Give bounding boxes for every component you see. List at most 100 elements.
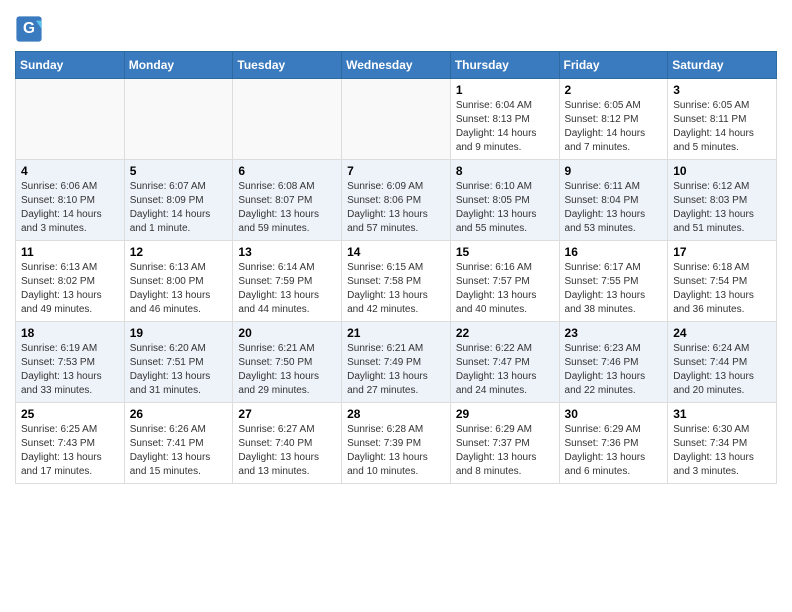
day-info: Sunrise: 6:12 AMSunset: 8:03 PMDaylight:…	[673, 180, 771, 236]
day-number: 1	[456, 83, 554, 97]
header-day: Monday	[124, 52, 233, 79]
calendar-header: SundayMondayTuesdayWednesdayThursdayFrid…	[16, 52, 777, 79]
calendar-cell: 16 Sunrise: 6:17 AMSunset: 7:55 PMDayligh…	[559, 241, 668, 322]
day-info: Sunrise: 6:19 AMSunset: 7:53 PMDaylight:…	[21, 342, 119, 398]
day-number: 24	[673, 326, 771, 340]
day-info: Sunrise: 6:06 AMSunset: 8:10 PMDaylight:…	[21, 180, 119, 236]
calendar-row: 11Sunrise: 6:13 AMSunset: 8:02 PMDayligh…	[16, 241, 777, 322]
calendar-cell: 3 Sunrise: 6:05 AMSunset: 8:11 PMDaylight…	[668, 79, 777, 160]
calendar-cell: 6 Sunrise: 6:08 AMSunset: 8:07 PMDaylight…	[233, 160, 342, 241]
day-info: Sunrise: 6:26 AMSunset: 7:41 PMDaylight:…	[130, 423, 228, 479]
day-number: 12	[130, 245, 228, 259]
calendar-cell: 25 Sunrise: 6:25 AMSunset: 7:43 PMDayligh…	[16, 403, 125, 484]
day-info: Sunrise: 6:13 AMSunset: 8:02 PMDaylight:…	[21, 261, 119, 317]
header-day: Friday	[559, 52, 668, 79]
calendar-cell: 24 Sunrise: 6:24 AMSunset: 7:44 PMDayligh…	[668, 322, 777, 403]
calendar-cell: 28 Sunrise: 6:28 AMSunset: 7:39 PMDayligh…	[342, 403, 451, 484]
day-info: Sunrise: 6:23 AMSunset: 7:46 PMDaylight:…	[565, 342, 663, 398]
calendar-cell: 13 Sunrise: 6:14 AMSunset: 7:59 PMDayligh…	[233, 241, 342, 322]
day-info: Sunrise: 6:07 AMSunset: 8:09 PMDaylight:…	[130, 180, 228, 236]
day-info: Sunrise: 6:24 AMSunset: 7:44 PMDaylight:…	[673, 342, 771, 398]
day-number: 19	[130, 326, 228, 340]
calendar-cell: 18 Sunrise: 6:19 AMSunset: 7:53 PMDayligh…	[16, 322, 125, 403]
day-info: Sunrise: 6:13 AMSunset: 8:00 PMDaylight:…	[130, 261, 228, 317]
day-number: 6	[238, 164, 336, 178]
page-header: G	[15, 10, 777, 43]
calendar-cell: 19 Sunrise: 6:20 AMSunset: 7:51 PMDayligh…	[124, 322, 233, 403]
day-number: 31	[673, 407, 771, 421]
day-info: Sunrise: 6:10 AMSunset: 8:05 PMDaylight:…	[456, 180, 554, 236]
calendar-cell: 26 Sunrise: 6:26 AMSunset: 7:41 PMDayligh…	[124, 403, 233, 484]
day-number: 17	[673, 245, 771, 259]
day-number: 5	[130, 164, 228, 178]
day-info: Sunrise: 6:17 AMSunset: 7:55 PMDaylight:…	[565, 261, 663, 317]
calendar-row: 18 Sunrise: 6:19 AMSunset: 7:53 PMDayligh…	[16, 322, 777, 403]
day-info: Sunrise: 6:11 AMSunset: 8:04 PMDaylight:…	[565, 180, 663, 236]
day-number: 22	[456, 326, 554, 340]
calendar-cell: 12 Sunrise: 6:13 AMSunset: 8:00 PMDayligh…	[124, 241, 233, 322]
day-info: Sunrise: 6:29 AMSunset: 7:36 PMDaylight:…	[565, 423, 663, 479]
day-info: Sunrise: 6:09 AMSunset: 8:06 PMDaylight:…	[347, 180, 445, 236]
calendar-cell: 20 Sunrise: 6:21 AMSunset: 7:50 PMDayligh…	[233, 322, 342, 403]
calendar-row: 25 Sunrise: 6:25 AMSunset: 7:43 PMDayligh…	[16, 403, 777, 484]
day-info: Sunrise: 6:21 AMSunset: 7:50 PMDaylight:…	[238, 342, 336, 398]
day-info: Sunrise: 6:22 AMSunset: 7:47 PMDaylight:…	[456, 342, 554, 398]
header-day: Thursday	[450, 52, 559, 79]
day-info: Sunrise: 6:14 AMSunset: 7:59 PMDaylight:…	[238, 261, 336, 317]
day-info: Sunrise: 6:18 AMSunset: 7:54 PMDaylight:…	[673, 261, 771, 317]
day-number: 16	[565, 245, 663, 259]
day-info: Sunrise: 6:27 AMSunset: 7:40 PMDaylight:…	[238, 423, 336, 479]
header-row: SundayMondayTuesdayWednesdayThursdayFrid…	[16, 52, 777, 79]
day-number: 7	[347, 164, 445, 178]
day-number: 14	[347, 245, 445, 259]
calendar-cell: 7 Sunrise: 6:09 AMSunset: 8:06 PMDaylight…	[342, 160, 451, 241]
day-info: Sunrise: 6:08 AMSunset: 8:07 PMDaylight:…	[238, 180, 336, 236]
day-number: 4	[21, 164, 119, 178]
calendar-cell: 5 Sunrise: 6:07 AMSunset: 8:09 PMDaylight…	[124, 160, 233, 241]
calendar-cell: 14 Sunrise: 6:15 AMSunset: 7:58 PMDayligh…	[342, 241, 451, 322]
header-day: Saturday	[668, 52, 777, 79]
calendar-cell: 10Sunrise: 6:12 AMSunset: 8:03 PMDayligh…	[668, 160, 777, 241]
calendar-cell: 11Sunrise: 6:13 AMSunset: 8:02 PMDayligh…	[16, 241, 125, 322]
calendar-cell	[124, 79, 233, 160]
day-number: 20	[238, 326, 336, 340]
day-number: 21	[347, 326, 445, 340]
calendar-table: SundayMondayTuesdayWednesdayThursdayFrid…	[15, 51, 777, 484]
calendar-cell: 17 Sunrise: 6:18 AMSunset: 7:54 PMDayligh…	[668, 241, 777, 322]
day-info: Sunrise: 6:25 AMSunset: 7:43 PMDaylight:…	[21, 423, 119, 479]
logo: G	[15, 15, 46, 43]
day-number: 18	[21, 326, 119, 340]
day-info: Sunrise: 6:15 AMSunset: 7:58 PMDaylight:…	[347, 261, 445, 317]
header-day: Tuesday	[233, 52, 342, 79]
day-info: Sunrise: 6:05 AMSunset: 8:12 PMDaylight:…	[565, 99, 663, 155]
day-number: 15	[456, 245, 554, 259]
day-number: 26	[130, 407, 228, 421]
day-info: Sunrise: 6:20 AMSunset: 7:51 PMDaylight:…	[130, 342, 228, 398]
svg-text:G: G	[23, 20, 35, 37]
calendar-cell: 30 Sunrise: 6:29 AMSunset: 7:36 PMDayligh…	[559, 403, 668, 484]
calendar-cell: 23 Sunrise: 6:23 AMSunset: 7:46 PMDayligh…	[559, 322, 668, 403]
calendar-cell: 15 Sunrise: 6:16 AMSunset: 7:57 PMDayligh…	[450, 241, 559, 322]
day-number: 2	[565, 83, 663, 97]
day-number: 30	[565, 407, 663, 421]
calendar-cell: 9Sunrise: 6:11 AMSunset: 8:04 PMDaylight…	[559, 160, 668, 241]
day-number: 27	[238, 407, 336, 421]
day-number: 13	[238, 245, 336, 259]
calendar-cell: 31 Sunrise: 6:30 AMSunset: 7:34 PMDayligh…	[668, 403, 777, 484]
day-info: Sunrise: 6:16 AMSunset: 7:57 PMDaylight:…	[456, 261, 554, 317]
calendar-cell: 1 Sunrise: 6:04 AMSunset: 8:13 PMDaylight…	[450, 79, 559, 160]
calendar-cell: 21Sunrise: 6:21 AMSunset: 7:49 PMDayligh…	[342, 322, 451, 403]
day-info: Sunrise: 6:29 AMSunset: 7:37 PMDaylight:…	[456, 423, 554, 479]
day-info: Sunrise: 6:04 AMSunset: 8:13 PMDaylight:…	[456, 99, 554, 155]
day-number: 25	[21, 407, 119, 421]
calendar-cell	[233, 79, 342, 160]
calendar-cell: 22 Sunrise: 6:22 AMSunset: 7:47 PMDayligh…	[450, 322, 559, 403]
day-info: Sunrise: 6:28 AMSunset: 7:39 PMDaylight:…	[347, 423, 445, 479]
day-info: Sunrise: 6:30 AMSunset: 7:34 PMDaylight:…	[673, 423, 771, 479]
day-number: 3	[673, 83, 771, 97]
day-number: 28	[347, 407, 445, 421]
calendar-cell: 8Sunrise: 6:10 AMSunset: 8:05 PMDaylight…	[450, 160, 559, 241]
day-info: Sunrise: 6:05 AMSunset: 8:11 PMDaylight:…	[673, 99, 771, 155]
calendar-cell: 4 Sunrise: 6:06 AMSunset: 8:10 PMDaylight…	[16, 160, 125, 241]
day-number: 23	[565, 326, 663, 340]
